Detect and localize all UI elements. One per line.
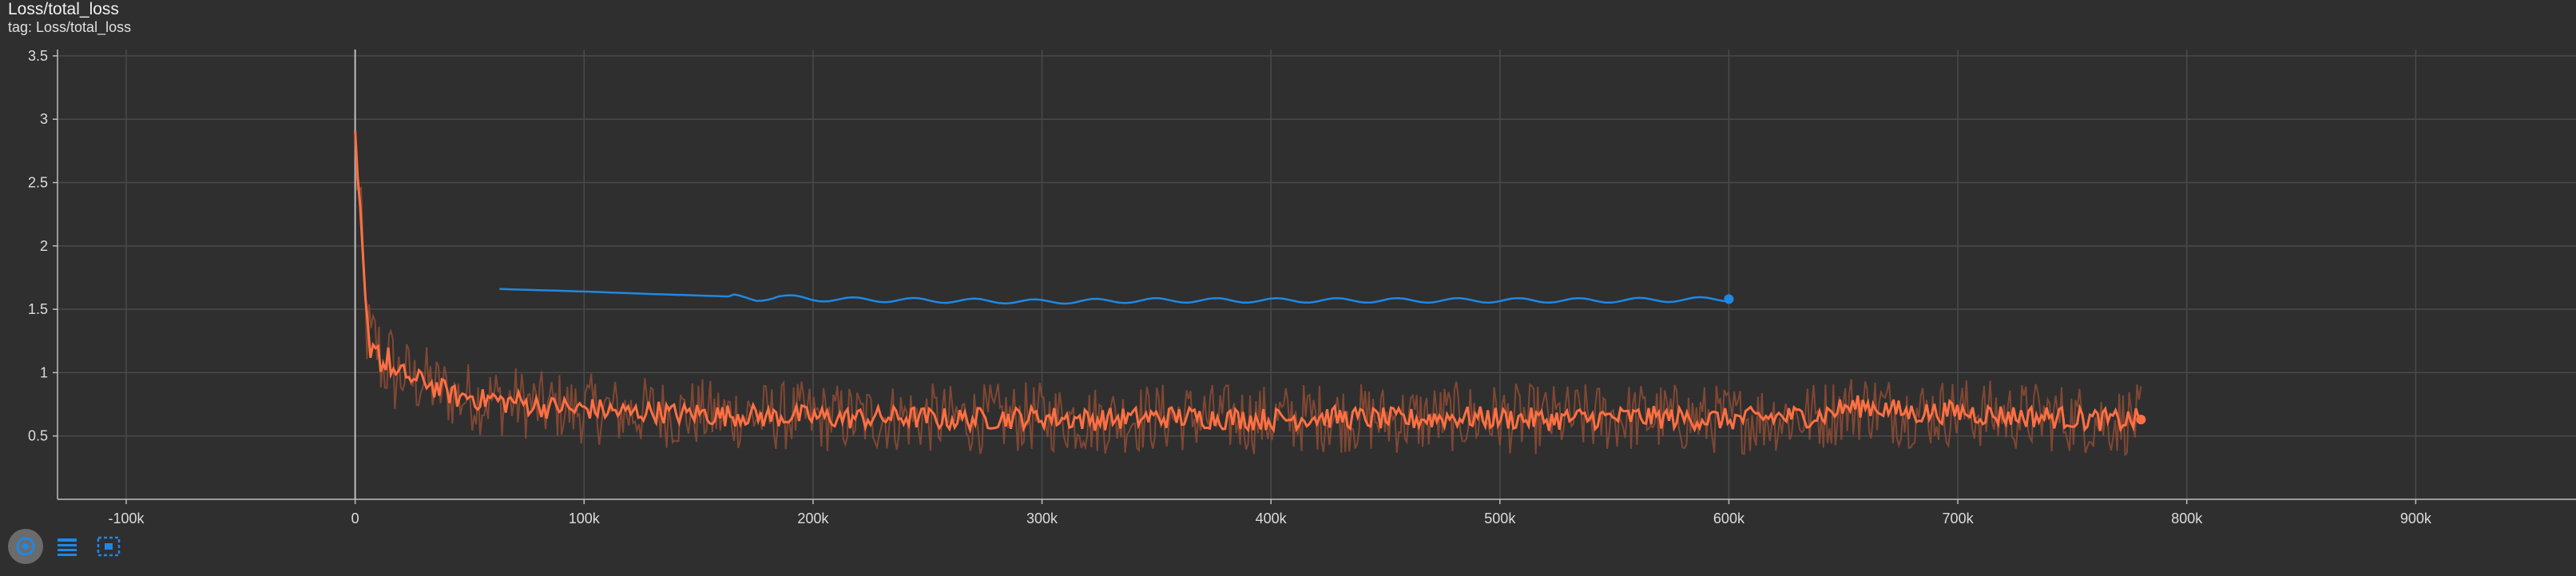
x-tick-label: 500k (1484, 510, 1516, 526)
x-tick-label: 700k (1943, 510, 1975, 526)
x-tick-label: 900k (2400, 510, 2432, 526)
x-tick-label: 300k (1026, 510, 1058, 526)
series-blue-line (499, 288, 1729, 305)
series-layer[interactable] (354, 130, 2146, 457)
select-region-icon (97, 536, 121, 557)
series-orange-endpoint (2136, 415, 2146, 425)
line-chart[interactable]: -100k 0 100k 200k 300k 400k 500k 600k 700k 800k 90… (0, 0, 2576, 576)
y-tick-label: 1 (40, 364, 48, 380)
fit-domain-icon (16, 537, 35, 556)
data-table-button[interactable] (50, 529, 85, 564)
y-tick-label: 2 (40, 238, 48, 254)
y-tick-label: 0.5 (28, 428, 48, 444)
data-table-icon (58, 538, 77, 556)
y-tick-label: 2.5 (28, 175, 48, 191)
x-tick-label: 600k (1713, 510, 1745, 526)
y-tick-label: 3 (40, 111, 48, 127)
series-orange-line (354, 130, 2142, 435)
series-blue-endpoint (1724, 294, 1734, 304)
x-tick-label: 0 (351, 510, 359, 526)
fit-domain-button[interactable] (8, 529, 43, 564)
y-tick-label: 1.5 (28, 301, 48, 317)
x-tick-label: 800k (2171, 510, 2203, 526)
x-tick-label: -100k (108, 510, 145, 526)
chart-card: Loss/total_loss tag: Loss/total_loss -10… (0, 0, 2576, 576)
x-tick-label: 400k (1256, 510, 1288, 526)
chart-toolbar (8, 529, 126, 564)
x-tick-label: 100k (569, 510, 601, 526)
x-tick-label: 200k (797, 510, 829, 526)
select-region-button[interactable] (91, 529, 126, 564)
y-tick-label: 3.5 (28, 48, 48, 64)
